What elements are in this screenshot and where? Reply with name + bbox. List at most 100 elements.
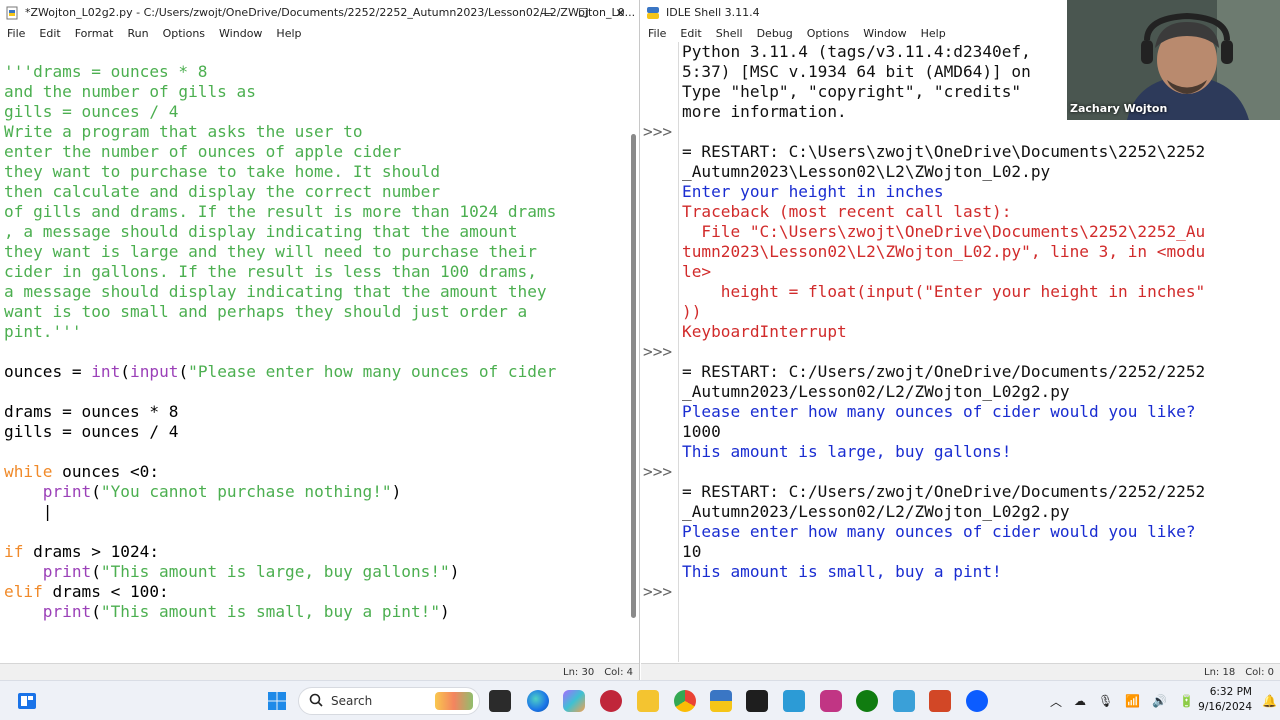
menu-shell[interactable]: Shell: [709, 25, 750, 43]
code-line: then calculate and display the correct n…: [4, 182, 626, 202]
code-token: of gills and drams. If the result is mor…: [4, 202, 557, 221]
chrome-icon[interactable]: [674, 690, 696, 712]
shell-line: This amount is small, buy a pint!: [682, 562, 1002, 581]
code-token: pint.''': [4, 322, 82, 341]
volume-icon[interactable]: 🔊: [1152, 694, 1167, 708]
code-token: gills = ounces / 4: [4, 422, 179, 441]
code-token: (: [120, 362, 130, 381]
creative-app-icon[interactable]: [820, 690, 842, 712]
menu-format[interactable]: Format: [68, 25, 121, 43]
shell-line: Please enter how many ounces of cider wo…: [682, 522, 1196, 541]
menu-edit[interactable]: Edit: [673, 25, 708, 43]
code-line: print("This amount is small, buy a pint!…: [4, 602, 626, 622]
shell-line: KeyboardInterrupt: [682, 322, 847, 341]
shell-prompt-gutter: >>> >>> >>> >>>: [641, 42, 679, 662]
code-token: Write a program that asks the user to: [4, 122, 363, 141]
code-token: print: [42, 602, 92, 621]
menu-file[interactable]: File: [0, 25, 32, 43]
cherry-app-icon[interactable]: [600, 690, 622, 712]
shell-output[interactable]: Python 3.11.4 (tags/v3.11.4:d2340ef, 5:37…: [682, 42, 1272, 662]
code-token: while: [4, 462, 53, 481]
maximize-button[interactable]: ☐: [565, 0, 602, 25]
code-line: a message should display indicating that…: [4, 282, 626, 302]
code-line: print("This amount is large, buy gallons…: [4, 562, 626, 582]
code-token: they want is large and they will need to…: [4, 242, 537, 261]
code-editor[interactable]: '''drams = ounces * 8 and the number of g…: [4, 62, 626, 662]
microphone-icon[interactable]: 🎙: [1098, 694, 1113, 708]
idle-python-icon[interactable]: [710, 690, 732, 712]
code-token: drams < 100:: [42, 582, 169, 601]
start-icon[interactable]: [266, 690, 288, 712]
file-explorer-icon[interactable]: [637, 690, 659, 712]
code-token: ): [440, 602, 450, 621]
menu-window[interactable]: Window: [212, 25, 269, 43]
code-line: gills = ounces / 4: [4, 422, 626, 442]
shell-title: IDLE Shell 3.11.4: [666, 6, 760, 19]
shell-line: _Autumn2023/Lesson02/L2/ZWojton_L02g2.py: [682, 502, 1070, 521]
notification-icon[interactable]: 🔔: [1262, 681, 1277, 720]
menu-help[interactable]: Help: [269, 25, 308, 43]
shell-line: height = float(input("Enter your height …: [682, 282, 1206, 301]
task-view-icon[interactable]: [489, 690, 511, 712]
shell-line: _Autumn2023/Lesson02/L2/ZWojton_L02g2.py: [682, 382, 1070, 401]
code-line: gills = ounces / 4: [4, 102, 626, 122]
taskbar-clock[interactable]: 6:32 PM 9/16/2024: [1190, 685, 1252, 715]
menu-file[interactable]: File: [641, 25, 673, 43]
menu-debug[interactable]: Debug: [750, 25, 800, 43]
code-line: of gills and drams. If the result is mor…: [4, 202, 626, 222]
menu-window[interactable]: Window: [856, 25, 913, 43]
code-line: , a message should display indicating th…: [4, 222, 626, 242]
menu-help[interactable]: Help: [914, 25, 953, 43]
powerpoint-icon[interactable]: [929, 690, 951, 712]
copilot-icon[interactable]: [563, 690, 585, 712]
chevron-up-icon[interactable]: ︿: [1050, 693, 1062, 710]
shell-column-number: Col: 0: [1245, 666, 1274, 678]
code-line: if drams > 1024:: [4, 542, 626, 562]
code-token: "Please enter how many ounces of cider: [188, 362, 557, 381]
minimize-button[interactable]: —: [528, 0, 565, 25]
editor-scrollbar[interactable]: [631, 134, 636, 618]
shell-line: Please enter how many ounces of cider wo…: [682, 402, 1196, 421]
code-line: and the number of gills as: [4, 82, 626, 102]
zoom-icon[interactable]: [966, 690, 988, 712]
wifi-icon[interactable]: 📶: [1125, 694, 1140, 708]
onedrive-icon[interactable]: ☁: [1074, 694, 1086, 708]
taskbar-search[interactable]: Search: [298, 687, 480, 715]
code-token: ounces =: [4, 362, 92, 381]
widgets-icon[interactable]: [16, 690, 38, 712]
close-button[interactable]: ✕: [602, 0, 639, 25]
edge-icon[interactable]: [527, 690, 549, 712]
webcam-name-label: Zachary Wojton: [1070, 102, 1168, 115]
remote-desktop-icon[interactable]: [783, 690, 805, 712]
menu-options[interactable]: Options: [800, 25, 856, 43]
editor-window: *ZWojton_L02g2.py - C:/Users/zwojt/OneDr…: [0, 0, 640, 680]
code-line: want is too small and perhaps they shoul…: [4, 302, 626, 322]
code-token: '''drams = ounces * 8: [4, 62, 208, 81]
menu-run[interactable]: Run: [121, 25, 156, 43]
code-line: they want is large and they will need to…: [4, 242, 626, 262]
menu-options[interactable]: Options: [156, 25, 212, 43]
editor-statusbar: Ln: 30 Col: 4: [0, 663, 639, 680]
taskbar: Search ︿ ☁ 🎙 📶 🔊 🔋 6:32 PM 9/16/2024 🔔: [0, 680, 1280, 720]
terminal-icon[interactable]: [746, 690, 768, 712]
code-line: enter the number of ounces of apple cide…: [4, 142, 626, 162]
code-token: enter the number of ounces of apple cide…: [4, 142, 402, 161]
code-token: they want to purchase to take home. It s…: [4, 162, 441, 181]
shell-line: 1000: [682, 422, 721, 441]
xbox-icon[interactable]: [856, 690, 878, 712]
notepad-icon[interactable]: [893, 690, 915, 712]
code-token: elif: [4, 582, 43, 601]
shell-line: File "C:\Users\zwojt\OneDrive\Documents\…: [682, 222, 1206, 241]
editor-titlebar[interactable]: *ZWojton_L02g2.py - C:/Users/zwojt/OneDr…: [0, 0, 639, 25]
code-token: (: [91, 562, 101, 581]
shell-prompt: >>>: [643, 342, 673, 361]
menu-edit[interactable]: Edit: [32, 25, 67, 43]
code-token: "This amount is small, buy a pint!": [100, 602, 441, 621]
code-line: while ounces <0:: [4, 462, 626, 482]
